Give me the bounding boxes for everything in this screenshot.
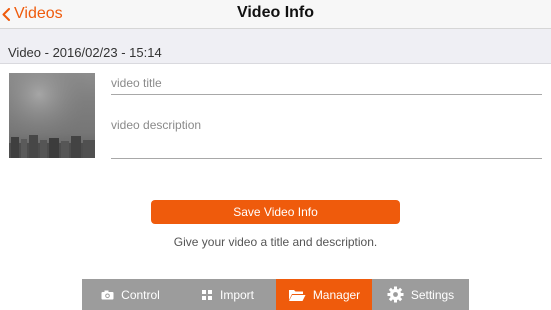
video-title-input[interactable] bbox=[111, 76, 542, 90]
gear-icon bbox=[387, 286, 404, 303]
page-title: Video Info bbox=[236, 4, 315, 21]
tab-manager[interactable]: Manager bbox=[276, 279, 372, 310]
video-description-field[interactable] bbox=[111, 118, 542, 159]
camera-icon bbox=[101, 290, 114, 300]
video-title-field[interactable] bbox=[111, 74, 542, 95]
tab-control-label: Control bbox=[121, 287, 160, 302]
navigation-bar: Videos Video Info bbox=[0, 0, 551, 29]
video-description-input[interactable] bbox=[111, 118, 542, 156]
video-thumbnail bbox=[9, 73, 95, 158]
save-video-info-button[interactable]: Save Video Info bbox=[151, 200, 400, 224]
tab-import-label: Import bbox=[219, 287, 254, 302]
tab-bar: Control Import Manager Settings bbox=[82, 279, 469, 310]
tab-import[interactable]: Import bbox=[179, 279, 276, 310]
tab-control[interactable]: Control bbox=[82, 279, 179, 310]
tab-settings-label: Settings bbox=[410, 287, 455, 302]
folder-icon bbox=[288, 288, 306, 302]
video-date-title: Video - 2016/02/23 - 15:14 bbox=[8, 45, 162, 60]
tab-manager-label: Manager bbox=[312, 287, 361, 302]
section-header: Video - 2016/02/23 - 15:14 bbox=[0, 29, 551, 64]
city-skyline-image bbox=[9, 73, 95, 158]
grid-icon bbox=[201, 289, 213, 301]
hint-text: Give your video a title and description. bbox=[173, 235, 378, 249]
tab-settings[interactable]: Settings bbox=[372, 279, 469, 310]
